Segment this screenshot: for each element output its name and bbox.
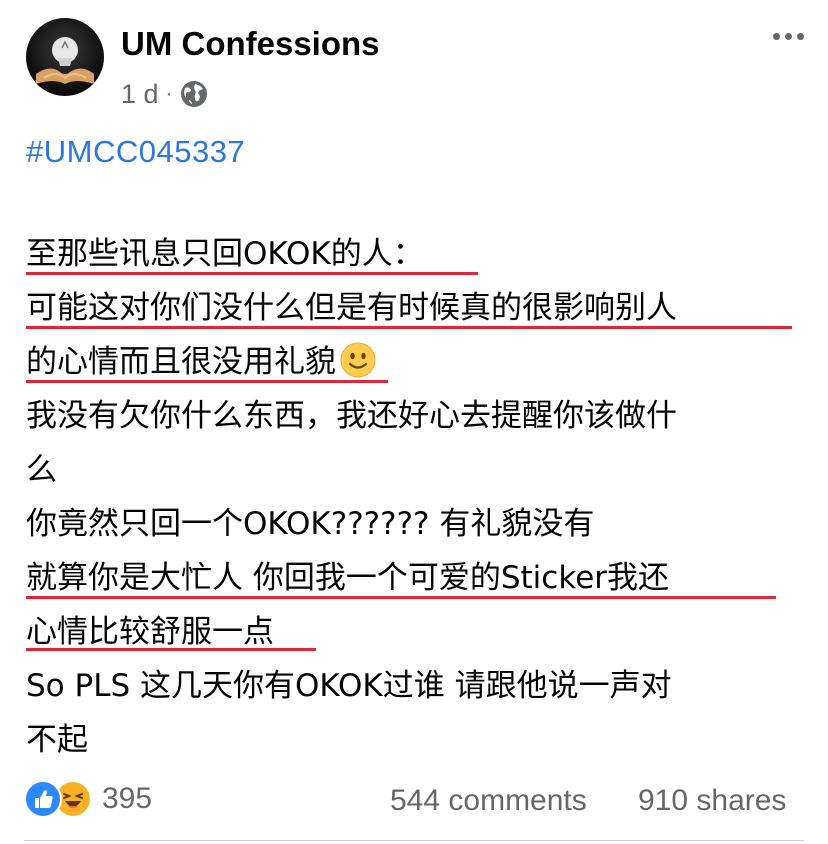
reactions-summary[interactable]: 395 (24, 780, 152, 818)
more-options-icon[interactable] (768, 28, 804, 44)
post-line-6: 你竟然只回一个OKOK?????? 有礼貌没有 (26, 506, 595, 542)
post-line-9: So PLS 这几天你有OKOK过谁 请跟他说一声对 (26, 668, 672, 704)
post-line-5: 么 (26, 452, 57, 488)
page-avatar[interactable] (26, 18, 104, 96)
shares-count-link[interactable]: 910 shares (638, 784, 786, 818)
post-line-3: 的心情而且很没用礼貌 (26, 344, 336, 380)
underline-1 (26, 272, 478, 275)
underline-3 (26, 380, 388, 383)
reaction-count: 395 (102, 782, 153, 815)
meta-separator: · (165, 82, 173, 105)
post-header: UM Confessions 1 d · (0, 0, 828, 120)
underline-7 (26, 596, 776, 599)
post-line-4: 我没有欠你什么东西，我还好心去提醒你该做什 (26, 398, 677, 434)
post-line-10: 不起 (26, 722, 88, 758)
post-footer: 395 544 comments 910 shares (0, 770, 828, 830)
footer-divider (24, 840, 804, 841)
lightbulb-hand-logo-icon (36, 37, 94, 84)
hashtag-link[interactable]: #UMCC045337 (26, 134, 245, 170)
post-time[interactable]: 1 d (121, 79, 159, 110)
slightly-smiling-face-icon (340, 342, 376, 378)
comments-count-link[interactable]: 544 comments (390, 784, 587, 818)
post-meta: 1 d · (121, 76, 209, 112)
page-name-link[interactable]: UM Confessions (121, 25, 380, 63)
underline-2 (26, 326, 792, 329)
underline-8 (26, 648, 316, 651)
like-icon (24, 780, 62, 818)
globe-icon (181, 81, 208, 107)
